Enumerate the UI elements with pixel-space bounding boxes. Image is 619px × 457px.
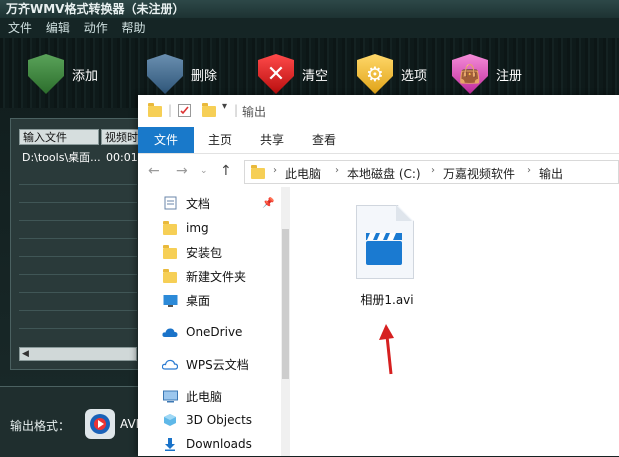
- red-arrow-annotation: [379, 324, 394, 375]
- page-fold: [396, 205, 412, 221]
- breadcrumb-separator-icon: ›: [335, 165, 339, 176]
- breadcrumb-separator-icon: ›: [527, 165, 531, 176]
- file-name: 相册1.avi: [360, 293, 414, 307]
- horizontal-scrollbar[interactable]: ◀: [19, 347, 137, 361]
- tab-home[interactable]: 主页: [196, 127, 244, 153]
- address-row: ← → ⌄ ↑ › 此电脑 › 本地磁盘 (C:) › 万嘉视频软件 › 输出: [138, 157, 619, 187]
- add-button[interactable]: 添加: [26, 50, 98, 98]
- menu-edit[interactable]: 编辑: [46, 18, 70, 38]
- nav-item-desktop[interactable]: 桌面: [162, 290, 210, 310]
- output-format-value[interactable]: AVI: [120, 417, 139, 431]
- properties-icon[interactable]: [178, 104, 191, 117]
- file-list-grid: [19, 167, 137, 335]
- breadcrumb-output[interactable]: 输出: [539, 165, 563, 182]
- nav-item-img[interactable]: img: [162, 218, 209, 238]
- back-arrow-icon[interactable]: ←: [148, 163, 160, 179]
- breadcrumb-separator-icon: ›: [273, 165, 277, 176]
- delete-button[interactable]: 删除: [145, 50, 217, 98]
- pin-icon[interactable]: 📌: [262, 198, 274, 209]
- menu-help[interactable]: 帮助: [122, 18, 146, 38]
- file-item[interactable]: 相册1.avi: [342, 205, 432, 315]
- add-shield-icon: [26, 54, 66, 94]
- media-format-icon[interactable]: [85, 409, 115, 439]
- nav-item-documents[interactable]: 文档 📌: [162, 193, 274, 213]
- column-input-file[interactable]: 输入文件: [19, 129, 99, 145]
- folder-icon: [251, 165, 265, 179]
- file-explorer-window: | ▾ | 输出 文件 主页 共享 查看 ← → ⌄ ↑ › 此电脑 › 本地磁…: [138, 95, 619, 456]
- downloads-icon: [162, 437, 178, 451]
- delete-shield-icon: [145, 54, 185, 94]
- breadcrumb-separator-icon: ›: [431, 165, 435, 176]
- nav-item-new-folder[interactable]: 新建文件夹: [162, 266, 246, 286]
- explorer-titlebar: | ▾ | 输出: [138, 95, 619, 127]
- navigation-pane: 文档 📌 img 安装包 新建文件夹 桌面 OneDrive WPS云文档 此电…: [138, 187, 290, 456]
- separator: |: [168, 103, 173, 117]
- tab-view[interactable]: 查看: [300, 127, 348, 153]
- nav-item-installers[interactable]: 安装包: [162, 242, 222, 262]
- qa-dropdown-icon[interactable]: ▾: [222, 101, 227, 112]
- folder-icon: [162, 220, 178, 235]
- onedrive-icon: [162, 325, 178, 339]
- folder-icon: [162, 268, 178, 283]
- new-folder-icon[interactable]: [202, 103, 216, 118]
- nav-item-this-pc[interactable]: 此电脑: [162, 386, 222, 406]
- clear-x-icon: ✕: [256, 54, 296, 94]
- nav-item-onedrive[interactable]: OneDrive: [162, 322, 242, 342]
- clear-button[interactable]: ✕ 清空: [256, 50, 328, 98]
- shopping-bag-icon: 👜: [450, 54, 490, 94]
- breadcrumb-software-folder[interactable]: 万嘉视频软件: [443, 165, 515, 182]
- file-view: 相册1.avi: [290, 187, 619, 456]
- breadcrumb-this-pc[interactable]: 此电脑: [285, 165, 321, 182]
- file-list-panel: 输入文件 视频时 D:\tools\桌面... 00:01: ◀: [10, 118, 142, 370]
- wps-cloud-icon: [162, 357, 178, 371]
- menu-action[interactable]: 动作: [84, 18, 108, 38]
- documents-icon: [162, 196, 178, 210]
- this-pc-icon: [162, 389, 178, 403]
- output-format-label: 输出格式：: [10, 419, 71, 433]
- options-button[interactable]: ⚙ 选项: [355, 50, 427, 98]
- tab-file[interactable]: 文件: [138, 127, 194, 153]
- nav-item-3d-objects[interactable]: 3D Objects: [162, 410, 252, 430]
- folder-icon: [162, 244, 178, 259]
- 3d-objects-icon: [162, 413, 178, 427]
- window-title: 输出: [242, 105, 267, 119]
- menu-file[interactable]: 文件: [8, 18, 32, 38]
- scroll-left-icon[interactable]: ◀: [22, 349, 29, 359]
- desktop-icon: [162, 293, 178, 307]
- row-input-file[interactable]: D:\tools\桌面...: [19, 151, 104, 165]
- nav-item-wps-cloud[interactable]: WPS云文档: [162, 354, 249, 374]
- breadcrumb-local-disk[interactable]: 本地磁盘 (C:): [347, 165, 421, 182]
- gears-icon: ⚙: [355, 54, 395, 94]
- app-title: 万齐WMV格式转换器（未注册）: [0, 0, 619, 18]
- ribbon-tabs: 文件 主页 共享 查看: [138, 127, 619, 154]
- column-video-duration[interactable]: 视频时: [101, 129, 139, 145]
- forward-arrow-icon[interactable]: →: [176, 163, 188, 179]
- up-arrow-icon[interactable]: ↑: [220, 163, 232, 179]
- app-menubar: 文件 编辑 动作 帮助: [0, 18, 619, 38]
- output-format-bar: 输出格式： AVI: [0, 386, 139, 457]
- nav-scrollbar[interactable]: [281, 187, 290, 456]
- separator: |: [234, 103, 239, 117]
- row-duration: 00:01:: [106, 151, 142, 164]
- folder-icon: [148, 103, 162, 118]
- tab-share[interactable]: 共享: [248, 127, 296, 153]
- nav-item-downloads[interactable]: Downloads: [162, 434, 252, 454]
- recent-dropdown-icon[interactable]: ⌄: [200, 166, 208, 176]
- register-button[interactable]: 👜 注册: [450, 50, 522, 98]
- clapperboard-icon: [366, 233, 402, 265]
- address-bar[interactable]: › 此电脑 › 本地磁盘 (C:) › 万嘉视频软件 › 输出: [244, 160, 619, 184]
- nav-scrollbar-thumb[interactable]: [282, 229, 289, 379]
